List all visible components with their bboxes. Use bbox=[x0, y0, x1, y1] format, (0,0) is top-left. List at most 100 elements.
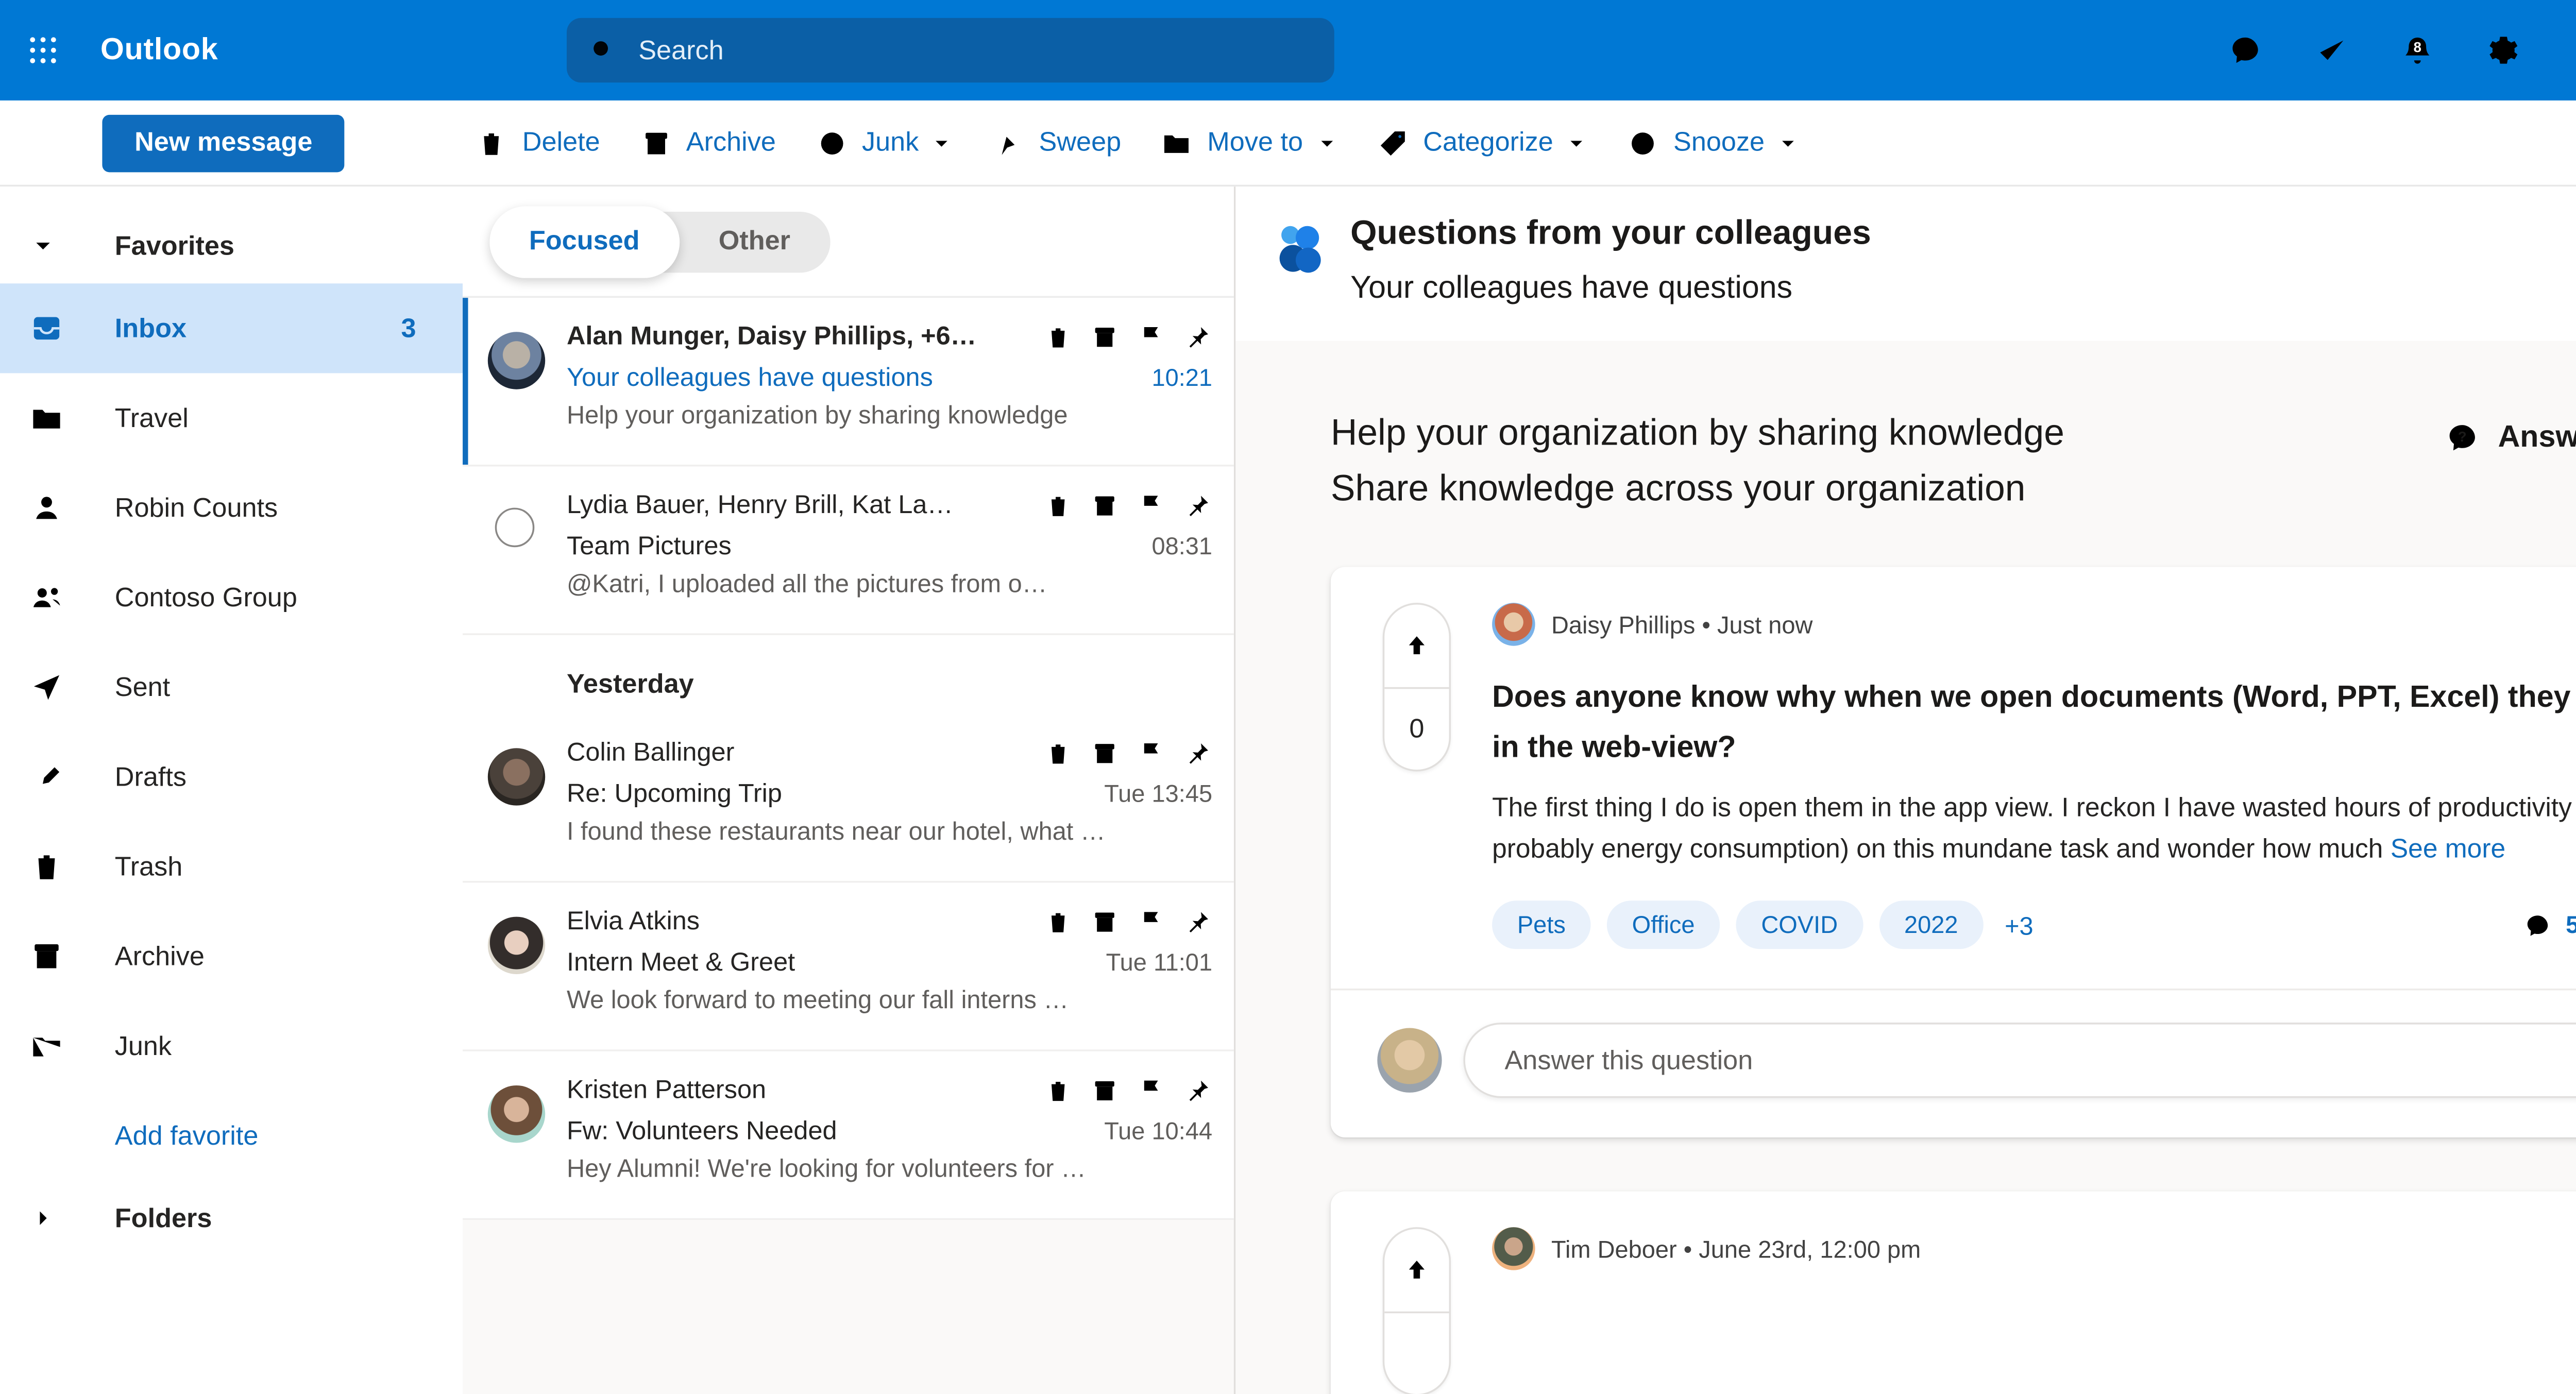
sidebar-item-robin-counts[interactable]: Robin Counts bbox=[0, 463, 463, 553]
more-tags-link[interactable]: +3 bbox=[2005, 910, 2033, 939]
block-icon bbox=[816, 127, 848, 159]
sweep-button[interactable]: Sweep bbox=[973, 114, 1141, 171]
answer-input-box[interactable]: GIF bbox=[1463, 1023, 2576, 1098]
upvote-button[interactable] bbox=[1384, 605, 1449, 688]
avatar bbox=[1492, 603, 1535, 646]
answer-input[interactable] bbox=[1501, 1043, 2576, 1078]
mail-time: Tue 13:45 bbox=[1104, 780, 1213, 808]
tag-office[interactable]: Office bbox=[1606, 900, 1720, 949]
row-pin-button[interactable] bbox=[1183, 1076, 1212, 1104]
folders-header[interactable]: Folders bbox=[0, 1181, 463, 1256]
people-icon bbox=[29, 580, 65, 616]
flag-icon bbox=[2572, 32, 2576, 69]
row-delete-button[interactable] bbox=[1044, 907, 1073, 936]
mail-subject: Team Pictures bbox=[566, 532, 732, 561]
hamburger-icon bbox=[25, 125, 61, 161]
mail-time: Tue 11:01 bbox=[1106, 949, 1213, 976]
row-flag-button[interactable] bbox=[1137, 490, 1166, 519]
search-input[interactable] bbox=[635, 33, 1313, 67]
row-pin-button[interactable] bbox=[1183, 322, 1212, 351]
day-group-header: Yesterday bbox=[463, 635, 1234, 715]
row-archive-button[interactable] bbox=[1090, 907, 1119, 936]
chat-button[interactable] bbox=[2202, 0, 2289, 100]
tag-pets[interactable]: Pets bbox=[1492, 900, 1591, 949]
focused-other-toggle: Focused Other bbox=[489, 205, 830, 278]
filter-button[interactable] bbox=[1173, 227, 1202, 256]
avatar bbox=[487, 332, 546, 389]
row-pin-button[interactable] bbox=[1183, 738, 1212, 767]
mail-row-colin-ballinger[interactable]: Colin Ballinger Re: Upcoming Trip Tue 13… bbox=[463, 714, 1234, 883]
see-more-link[interactable]: See more bbox=[2391, 836, 2505, 865]
my-day-button[interactable] bbox=[2289, 0, 2375, 100]
banner-subheading: Share knowledge across your organization bbox=[1330, 468, 2026, 510]
upvote-arrow-icon bbox=[1402, 1255, 1431, 1284]
archive-icon bbox=[29, 938, 65, 974]
row-archive-button[interactable] bbox=[1090, 1076, 1119, 1104]
settings-button[interactable] bbox=[2461, 0, 2547, 100]
answers-link[interactable]: 5 answers bbox=[2523, 910, 2576, 939]
favorites-header[interactable]: Favorites bbox=[0, 208, 463, 283]
sidebar-item-sent[interactable]: Sent bbox=[0, 642, 463, 732]
top-bar: Outlook 8 bbox=[0, 0, 2576, 101]
search-bar[interactable] bbox=[566, 18, 1334, 83]
upvote-button[interactable] bbox=[1384, 1229, 1449, 1313]
tab-focused[interactable]: Focused bbox=[489, 205, 680, 278]
row-delete-button[interactable] bbox=[1044, 322, 1073, 351]
mail-preview: Help your organization by sharing knowle… bbox=[566, 400, 1068, 429]
row-flag-button[interactable] bbox=[1137, 738, 1166, 767]
sidebar-item-archive[interactable]: Archive bbox=[0, 911, 463, 1001]
question-bubble-icon: ? bbox=[2449, 425, 2475, 451]
row-flag-button[interactable] bbox=[1137, 907, 1166, 936]
chevron-right-icon bbox=[30, 1205, 56, 1231]
move-to-button[interactable]: Move to bbox=[1141, 114, 1357, 171]
collapse-nav-button[interactable] bbox=[0, 99, 86, 185]
mail-row-lydia-bauer[interactable]: Lydia Bauer, Henry Brill, Kat La… Team P… bbox=[463, 466, 1234, 635]
mail-row-elvia-atkins[interactable]: Elvia Atkins Intern Meet & Greet Tue 11:… bbox=[463, 882, 1234, 1051]
viva-logo-icon bbox=[1279, 226, 1321, 273]
row-delete-button[interactable] bbox=[1044, 1076, 1073, 1104]
sidebar-item-junk[interactable]: Junk bbox=[0, 1001, 463, 1091]
notifications-button[interactable]: 8 bbox=[2375, 0, 2461, 100]
row-archive-button[interactable] bbox=[1090, 322, 1119, 351]
question-author-line: Daisy Phillips • Just now bbox=[1551, 610, 1813, 638]
chevron-down-icon bbox=[1566, 132, 1587, 154]
add-favorite-link[interactable]: Add favorite bbox=[0, 1091, 463, 1180]
sidebar-item-drafts[interactable]: Drafts bbox=[0, 732, 463, 822]
tab-other[interactable]: Other bbox=[679, 211, 829, 271]
delete-button[interactable]: Delete bbox=[456, 114, 620, 171]
select-circle[interactable] bbox=[495, 507, 535, 548]
tag-covid[interactable]: COVID bbox=[1736, 900, 1863, 949]
flag-button[interactable] bbox=[2547, 0, 2576, 100]
tag-2022[interactable]: 2022 bbox=[1879, 900, 1984, 949]
answers-in-viva-link[interactable]: ? Answers in Viva bbox=[2444, 420, 2576, 456]
new-message-button[interactable]: New message bbox=[102, 114, 345, 172]
row-delete-button[interactable] bbox=[1044, 490, 1073, 519]
row-delete-button[interactable] bbox=[1044, 738, 1073, 767]
row-flag-button[interactable] bbox=[1137, 1076, 1166, 1104]
sidebar-item-trash[interactable]: Trash bbox=[0, 822, 463, 911]
pin-icon bbox=[1183, 490, 1212, 519]
snooze-button[interactable]: Snooze bbox=[1607, 114, 1818, 171]
sidebar-item-inbox[interactable]: Inbox 3 bbox=[0, 283, 463, 373]
row-pin-button[interactable] bbox=[1183, 907, 1212, 936]
pin-icon bbox=[1183, 1076, 1212, 1104]
mail-row-alan-munger[interactable]: Alan Munger, Daisy Phillips, +6… Your co… bbox=[463, 298, 1234, 467]
row-pin-button[interactable] bbox=[1183, 490, 1212, 519]
answers-chat-icon bbox=[2523, 910, 2552, 939]
sidebar-item-travel[interactable]: Travel bbox=[0, 373, 463, 463]
row-archive-button[interactable] bbox=[1090, 738, 1119, 767]
junk-button[interactable]: Junk bbox=[795, 114, 973, 171]
mail-sender: Elvia Atkins bbox=[566, 907, 700, 936]
message-subject-subtitle: Your colleagues have questions bbox=[1350, 269, 1793, 305]
categorize-button[interactable]: Categorize bbox=[1357, 114, 1607, 171]
mail-row-kristen-patterson[interactable]: Kristen Patterson Fw: Volunteers Needed … bbox=[463, 1051, 1234, 1220]
archive-button[interactable]: Archive bbox=[620, 114, 795, 171]
mail-sender: Colin Ballinger bbox=[566, 738, 735, 767]
trash-icon bbox=[476, 127, 508, 159]
row-archive-button[interactable] bbox=[1090, 490, 1119, 519]
app-launcher-button[interactable] bbox=[0, 0, 86, 100]
tag-icon bbox=[1377, 127, 1409, 159]
row-flag-button[interactable] bbox=[1137, 322, 1166, 351]
trash-icon bbox=[1044, 322, 1073, 351]
sidebar-item-contoso-group[interactable]: Contoso Group bbox=[0, 553, 463, 642]
